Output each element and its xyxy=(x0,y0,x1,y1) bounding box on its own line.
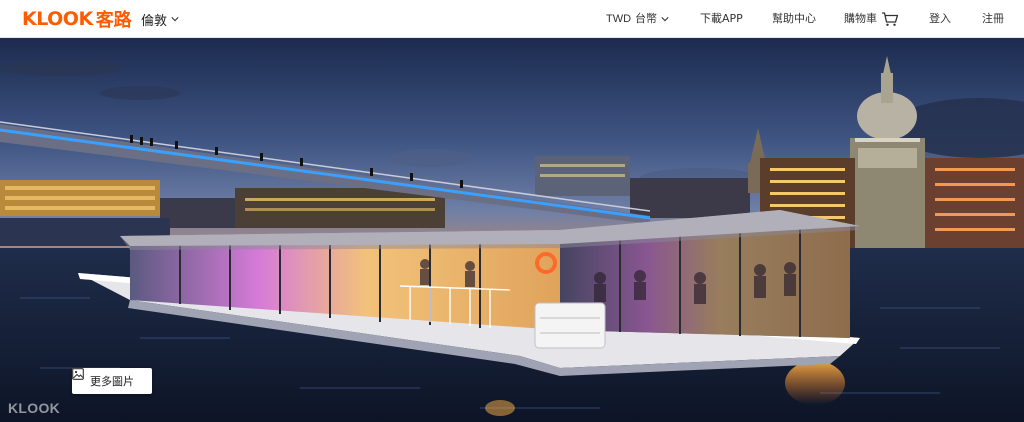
more-photos-button[interactable]: 更多圖片 xyxy=(72,368,152,394)
thames-night-cruise-photo xyxy=(0,38,1024,422)
register-link[interactable]: 注冊 xyxy=(982,12,1004,26)
currency-name: 台幣 xyxy=(635,12,658,25)
cart-icon xyxy=(882,12,899,26)
city-label: 倫敦 xyxy=(141,13,168,29)
top-nav-bar: KLOOK 客路 倫敦 TWD 台幣 下載APP 幫助中心 購物車 登入 注冊 xyxy=(0,0,1024,38)
city-selector[interactable]: 倫敦 xyxy=(141,10,179,29)
more-photos-label: 更多圖片 xyxy=(90,375,134,388)
currency-selector[interactable]: TWD 台幣 xyxy=(606,12,669,26)
logo-wordmark: KLOOK xyxy=(22,8,93,30)
chevron-down-icon xyxy=(661,17,669,22)
currency-code: TWD xyxy=(606,13,632,25)
login-link[interactable]: 登入 xyxy=(929,12,951,26)
hero-banner[interactable]: 更多圖片 KLOOK xyxy=(0,38,1024,422)
klook-logo[interactable]: KLOOK 客路 xyxy=(22,7,132,31)
chevron-down-icon xyxy=(171,17,179,22)
cart-label: 購物車 xyxy=(844,12,877,25)
klook-watermark: KLOOK xyxy=(8,400,61,416)
logo-chinese-wordmark: 客路 xyxy=(95,10,132,31)
help-center-link[interactable]: 幫助中心 xyxy=(772,12,816,26)
cart-link[interactable]: 購物車 xyxy=(844,9,899,29)
download-app-link[interactable]: 下載APP xyxy=(700,12,743,26)
image-icon xyxy=(72,368,84,380)
